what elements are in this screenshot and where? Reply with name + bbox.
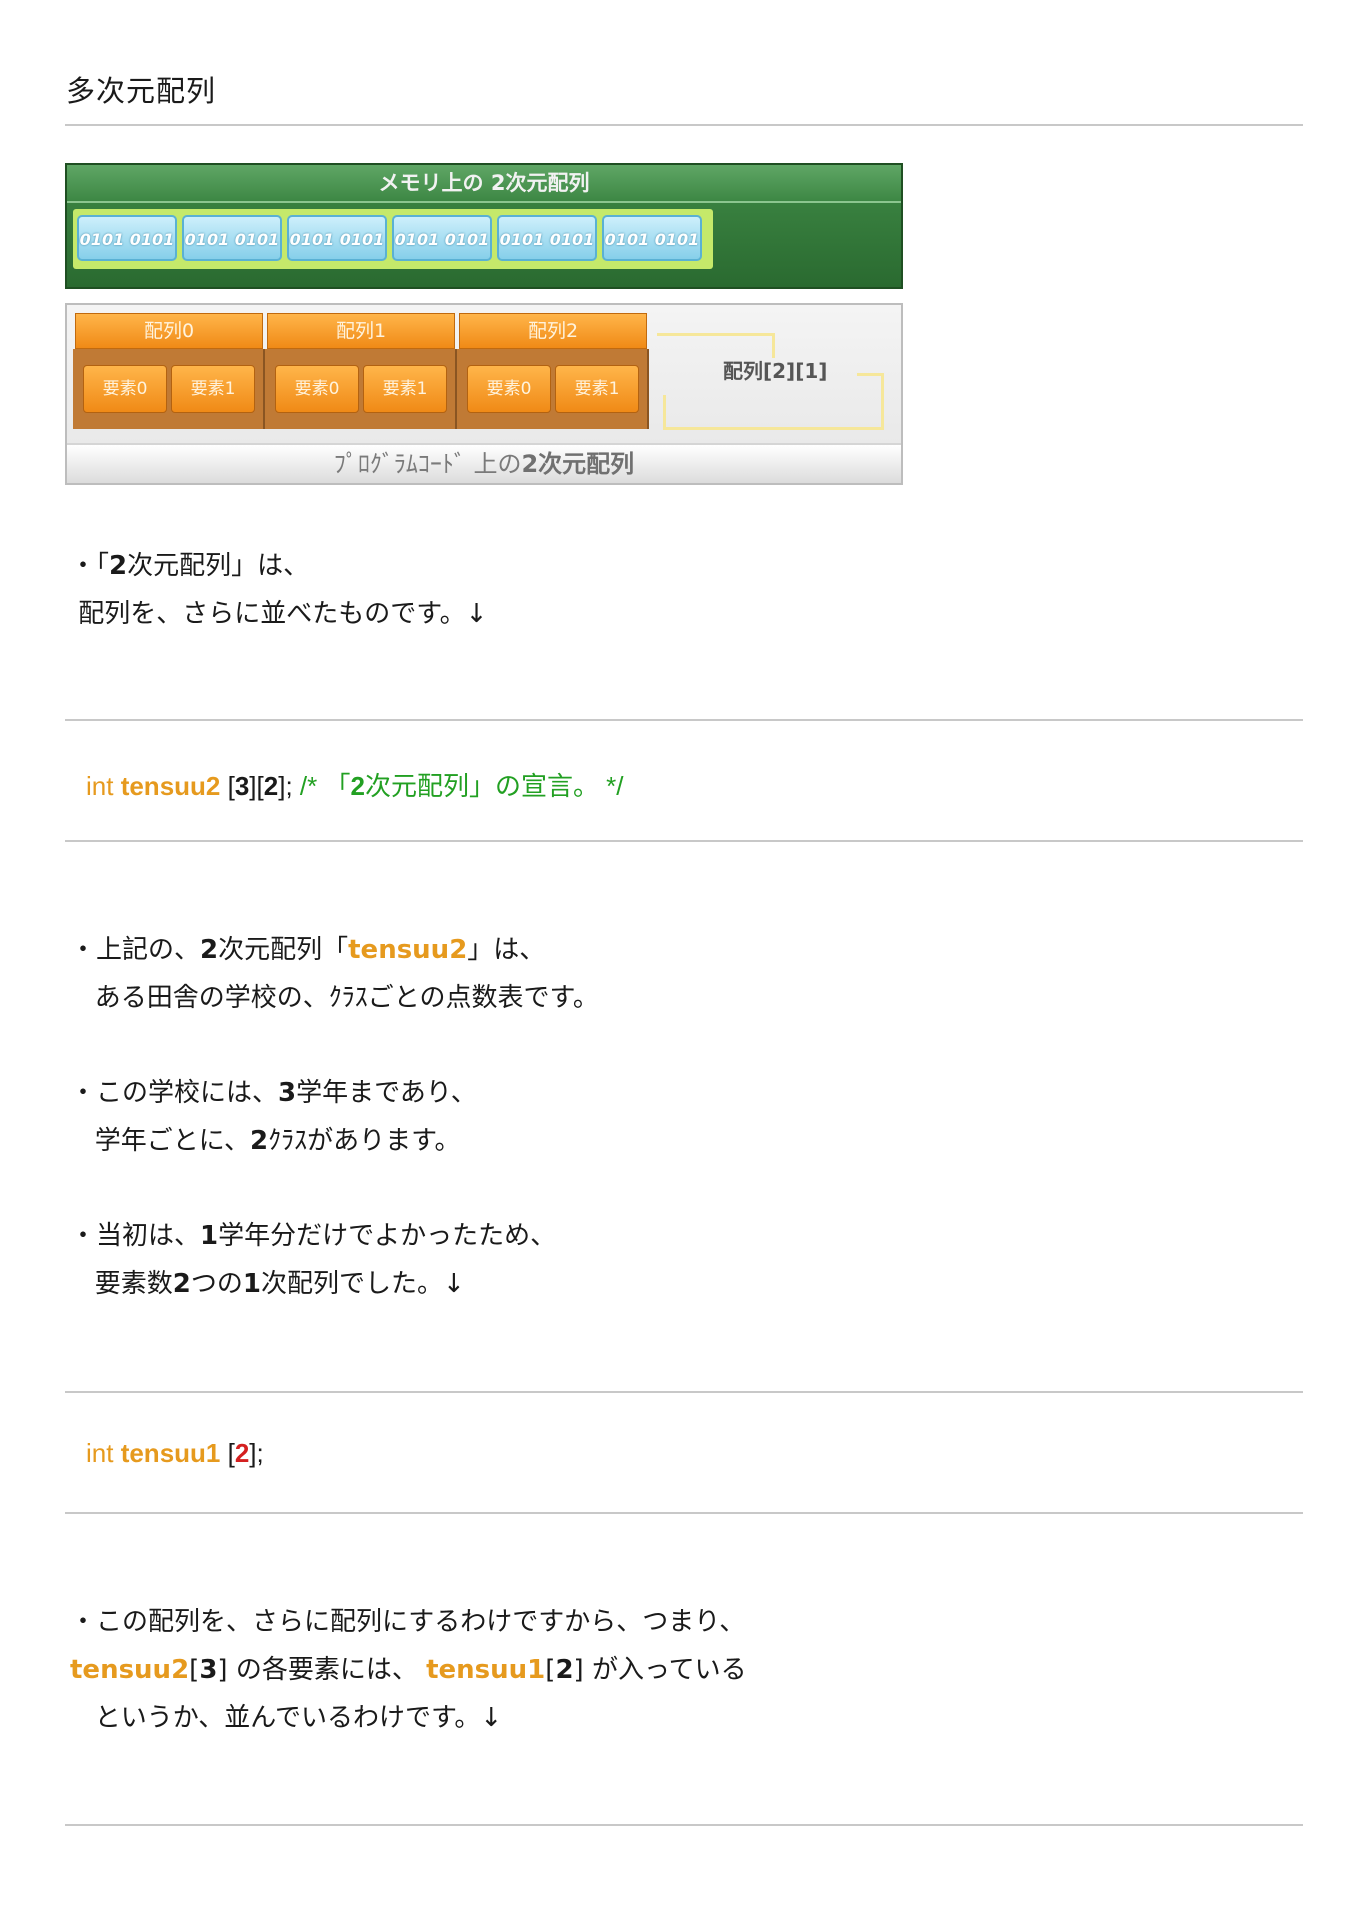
- code-caption-bold: 2次元配列: [521, 450, 635, 478]
- text: tensuu2: [348, 935, 468, 965]
- text: というか、並んでいるわけです。↓: [70, 1703, 503, 1733]
- memory-cell: 0101 0101: [287, 215, 387, 261]
- array-body: 要素0 要素1: [457, 349, 649, 429]
- array-element: 要素1: [363, 365, 447, 413]
- divider: [65, 1824, 1303, 1826]
- text: 学年ごとに、: [70, 1126, 251, 1156]
- text: ・この学校には、: [70, 1078, 279, 1108]
- connector-line: [663, 395, 884, 430]
- code-caption-prefix: ﾌﾟﾛｸﾞﾗﾑｺｰﾄﾞ 上の: [333, 450, 522, 478]
- text: 」は、: [467, 935, 546, 965]
- memory-panel-title: メモリ上の 2次元配列: [67, 165, 901, 203]
- array-element: 要素0: [467, 365, 551, 413]
- text: tensuu1: [426, 1655, 546, 1685]
- array-label: 配列0: [75, 313, 263, 349]
- divider: [65, 840, 1303, 842]
- two-dimensional-array-figure: メモリ上の 2次元配列 0101 0101 0101 0101 0101 010…: [65, 163, 903, 485]
- text: 2: [250, 1126, 269, 1156]
- memory-cell: 0101 0101: [182, 215, 282, 261]
- text: ] の各要素には、: [217, 1655, 427, 1685]
- paragraph-5: ・この配列を、さらに配列にするわけですから、つまり、 tensuu2[3] の各…: [70, 1598, 747, 1742]
- code-array-panel: 配列0 配列1 配列2 要素0 要素1 要素0 要素1 要素0 要素1 配列[2…: [65, 303, 903, 485]
- divider: [65, 124, 1303, 126]
- paragraph-2: ・上記の、2次元配列「tensuu2」は、 ある田舎の学校の、ｸﾗｽごとの点数表…: [70, 926, 599, 1022]
- divider: [65, 719, 1303, 721]
- text: 配列を、さらに並べたものです。↓: [70, 599, 488, 629]
- text: /* 「: [299, 771, 351, 801]
- text: ある田舎の学校の、ｸﾗｽごとの点数表です。: [70, 983, 599, 1013]
- code-number: 2: [263, 771, 279, 801]
- text: ｸﾗｽがあります。: [268, 1126, 461, 1156]
- text: 3: [278, 1078, 297, 1108]
- code-keyword: int: [86, 1438, 121, 1468]
- paragraph-1: ・「2次元配列」は、 配列を、さらに並べたものです。↓: [70, 542, 487, 638]
- text: 次元配列」の宣言。 */: [364, 771, 624, 801]
- text: 2: [200, 935, 219, 965]
- text: 学年分だけでよかったため、: [218, 1221, 557, 1251]
- paragraph-4: ・当初は、1学年分だけでよかったため、 要素数2つの1次配列でした。↓: [70, 1212, 556, 1308]
- text: ・この配列を、さらに配列にするわけですから、つまり、: [70, 1607, 746, 1637]
- code-comment: /* 「2次元配列」の宣言。 */: [300, 771, 624, 801]
- memory-panel: メモリ上の 2次元配列 0101 0101 0101 0101 0101 010…: [65, 163, 903, 289]
- code-variable: tensuu1: [120, 1438, 221, 1468]
- code-punct: ];: [249, 1438, 264, 1468]
- array-element: 要素0: [83, 365, 167, 413]
- memory-cell: 0101 0101: [77, 215, 177, 261]
- text: ・上記の、: [70, 935, 201, 965]
- code-punct: [: [220, 1438, 235, 1468]
- text: 2: [350, 771, 365, 801]
- array-body: 要素0 要素1: [265, 349, 457, 429]
- code-punct: ];: [278, 771, 300, 801]
- memory-cell: 0101 0101: [497, 215, 597, 261]
- code-caption: ﾌﾟﾛｸﾞﾗﾑｺｰﾄﾞ 上の2次元配列: [67, 443, 901, 483]
- array-label: 配列1: [267, 313, 455, 349]
- code-number: 3: [234, 771, 250, 801]
- text: 2: [172, 1269, 191, 1299]
- index-label: 配列[2][1]: [723, 359, 828, 383]
- text: 2: [555, 1655, 574, 1685]
- code-variable: tensuu2: [120, 771, 221, 801]
- code-punct: [: [220, 771, 235, 801]
- array-body: 要素0 要素1: [73, 349, 265, 429]
- text: [: [545, 1655, 556, 1685]
- text: 1: [242, 1269, 261, 1299]
- text: 1: [200, 1221, 219, 1251]
- text: [: [189, 1655, 200, 1685]
- code-keyword: int: [86, 771, 121, 801]
- code-number: 2: [234, 1438, 250, 1468]
- array-element: 要素1: [171, 365, 255, 413]
- text: ・当初は、: [70, 1221, 201, 1251]
- code-punct: ][: [249, 771, 264, 801]
- text: ・「: [70, 551, 110, 581]
- paragraph-3: ・この学校には、3学年まであり、 学年ごとに、2ｸﾗｽがあります。: [70, 1069, 477, 1165]
- text: tensuu2: [70, 1655, 190, 1685]
- text: 次元配列「: [218, 935, 349, 965]
- text: ] が入っている: [573, 1655, 747, 1685]
- page-title: 多次元配列: [66, 74, 217, 108]
- code-declaration-2d: int tensuu2 [3][2]; /* 「2次元配列」の宣言。 */: [86, 766, 624, 803]
- text: 要素数: [70, 1269, 173, 1299]
- memory-cell: 0101 0101: [602, 215, 702, 261]
- memory-cell: 0101 0101: [392, 215, 492, 261]
- array-label: 配列2: [459, 313, 647, 349]
- array-element: 要素0: [275, 365, 359, 413]
- text: 次元配列」は、: [127, 551, 310, 581]
- text: 3: [199, 1655, 218, 1685]
- text: つの: [190, 1269, 243, 1299]
- text: 2: [109, 551, 128, 581]
- array-element: 要素1: [555, 365, 639, 413]
- code-declaration-1d: int tensuu1 [2];: [86, 1438, 264, 1469]
- divider: [65, 1512, 1303, 1514]
- text: 学年まであり、: [296, 1078, 477, 1108]
- divider: [65, 1391, 1303, 1393]
- text: 次配列でした。↓: [261, 1269, 465, 1299]
